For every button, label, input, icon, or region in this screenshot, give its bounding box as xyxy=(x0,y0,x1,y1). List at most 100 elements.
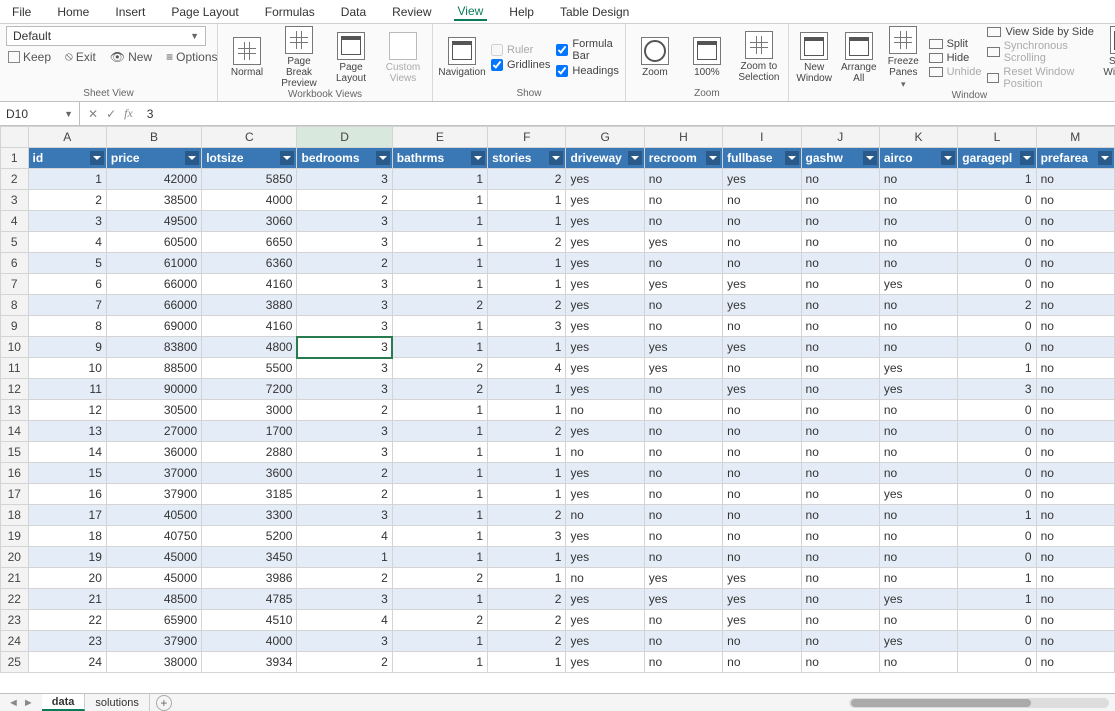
cell[interactable]: 2 xyxy=(297,568,392,589)
cell[interactable]: 6 xyxy=(28,274,106,295)
cell[interactable]: no xyxy=(723,652,801,673)
cell[interactable]: 1 xyxy=(392,232,487,253)
column-header-M[interactable]: M xyxy=(1036,127,1114,148)
cell[interactable]: no xyxy=(801,211,879,232)
cell[interactable]: no xyxy=(801,652,879,673)
cell[interactable]: 1700 xyxy=(202,421,297,442)
cell[interactable]: no xyxy=(1036,526,1114,547)
cell[interactable]: 1 xyxy=(488,379,566,400)
cell[interactable]: no xyxy=(644,400,722,421)
cell[interactable]: 1 xyxy=(28,169,106,190)
cell[interactable]: no xyxy=(1036,400,1114,421)
cell[interactable]: no xyxy=(644,253,722,274)
cell[interactable]: 0 xyxy=(958,526,1036,547)
cell[interactable]: 2 xyxy=(488,232,566,253)
cell[interactable]: 1 xyxy=(392,547,487,568)
cell[interactable]: no xyxy=(1036,379,1114,400)
cell[interactable]: 2 xyxy=(297,253,392,274)
menu-table-design[interactable]: Table Design xyxy=(556,3,633,21)
column-header-G[interactable]: G xyxy=(566,127,644,148)
menu-insert[interactable]: Insert xyxy=(111,3,149,21)
cell[interactable]: 3934 xyxy=(202,652,297,673)
cell[interactable]: no xyxy=(1036,568,1114,589)
cell[interactable]: no xyxy=(1036,421,1114,442)
cell[interactable]: 2 xyxy=(488,631,566,652)
cell[interactable]: 2 xyxy=(28,190,106,211)
cell[interactable]: 2 xyxy=(488,421,566,442)
cell[interactable]: 5500 xyxy=(202,358,297,379)
cell[interactable]: 1 xyxy=(392,442,487,463)
cell[interactable]: 0 xyxy=(958,316,1036,337)
cell[interactable]: 0 xyxy=(958,400,1036,421)
cell[interactable]: 2 xyxy=(488,610,566,631)
cell[interactable]: 3986 xyxy=(202,568,297,589)
cell[interactable]: 3450 xyxy=(202,547,297,568)
normal-view-button[interactable]: Normal xyxy=(224,37,270,78)
cell[interactable]: 2 xyxy=(392,295,487,316)
row-header[interactable]: 13 xyxy=(1,400,29,421)
cell[interactable]: 3185 xyxy=(202,484,297,505)
cell[interactable]: yes xyxy=(723,169,801,190)
column-header-L[interactable]: L xyxy=(958,127,1036,148)
cell[interactable]: yes xyxy=(644,232,722,253)
cell[interactable]: 3060 xyxy=(202,211,297,232)
cancel-icon[interactable]: ✕ xyxy=(88,107,98,121)
cell[interactable]: 23 xyxy=(28,631,106,652)
row-header[interactable]: 7 xyxy=(1,274,29,295)
cell[interactable]: no xyxy=(1036,652,1114,673)
sheet-tab-data[interactable]: data xyxy=(42,694,86,711)
custom-views-button[interactable]: Custom Views xyxy=(380,32,426,84)
cell[interactable]: 0 xyxy=(958,610,1036,631)
cell[interactable]: 1 xyxy=(488,253,566,274)
view-side-by-side-button[interactable]: View Side by Side xyxy=(987,26,1097,38)
cell[interactable]: 40750 xyxy=(106,526,201,547)
cell[interactable]: no xyxy=(1036,232,1114,253)
table-header-bathrms[interactable]: bathrms xyxy=(392,148,487,169)
cell[interactable]: 1 xyxy=(488,211,566,232)
formula-bar-checkbox[interactable]: Formula Bar xyxy=(556,38,618,62)
cell[interactable]: 2 xyxy=(958,295,1036,316)
cell[interactable]: 1 xyxy=(392,211,487,232)
cell[interactable]: 1 xyxy=(488,190,566,211)
cell[interactable]: no xyxy=(801,484,879,505)
cell[interactable]: 1 xyxy=(958,169,1036,190)
row-header[interactable]: 6 xyxy=(1,253,29,274)
cell[interactable]: no xyxy=(723,442,801,463)
cell[interactable]: yes xyxy=(566,232,644,253)
row-header[interactable]: 2 xyxy=(1,169,29,190)
cell[interactable]: yes xyxy=(566,169,644,190)
cell[interactable]: no xyxy=(1036,463,1114,484)
cell[interactable]: 3 xyxy=(297,589,392,610)
cell[interactable]: 0 xyxy=(958,253,1036,274)
cell[interactable]: yes xyxy=(879,631,957,652)
filter-dropdown-icon[interactable] xyxy=(1020,151,1034,165)
cell[interactable]: yes xyxy=(644,274,722,295)
cell[interactable]: 40500 xyxy=(106,505,201,526)
table-header-id[interactable]: id xyxy=(28,148,106,169)
cell[interactable]: 2 xyxy=(392,568,487,589)
new-view-button[interactable]: 👁New xyxy=(108,48,154,65)
cell[interactable]: yes xyxy=(723,295,801,316)
table-header-fullbase[interactable]: fullbase xyxy=(723,148,801,169)
row-header[interactable]: 8 xyxy=(1,295,29,316)
cell[interactable]: no xyxy=(723,421,801,442)
cell[interactable]: 2 xyxy=(297,190,392,211)
column-header-I[interactable]: I xyxy=(723,127,801,148)
cell[interactable]: 19 xyxy=(28,547,106,568)
cell[interactable]: no xyxy=(723,526,801,547)
cell[interactable]: no xyxy=(879,316,957,337)
page-layout-button[interactable]: Page Layout xyxy=(328,32,374,84)
cell[interactable]: 1 xyxy=(488,337,566,358)
cell[interactable]: no xyxy=(644,379,722,400)
cell[interactable]: yes xyxy=(723,379,801,400)
cell[interactable]: no xyxy=(644,316,722,337)
select-all-corner[interactable] xyxy=(1,127,29,148)
cell[interactable]: no xyxy=(644,463,722,484)
cell[interactable]: yes xyxy=(723,610,801,631)
cell[interactable]: yes xyxy=(566,358,644,379)
cell[interactable]: no xyxy=(879,610,957,631)
cell[interactable]: 9 xyxy=(28,337,106,358)
cell[interactable]: yes xyxy=(566,253,644,274)
cell[interactable]: no xyxy=(566,505,644,526)
cell[interactable]: yes xyxy=(566,610,644,631)
